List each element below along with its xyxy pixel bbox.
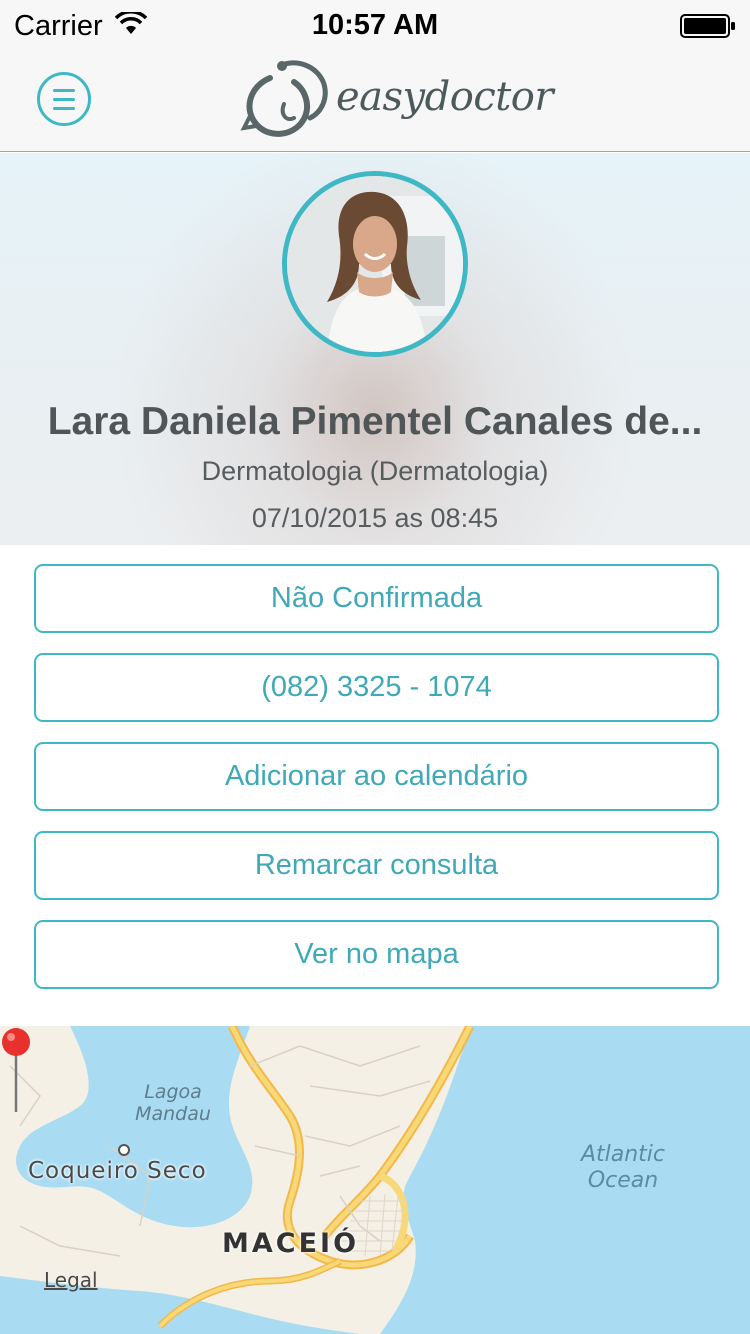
map-pin-icon[interactable]	[0, 1026, 32, 1116]
stethoscope-logo-icon	[240, 60, 328, 137]
confirmation-status-button[interactable]: Não Confirmada	[34, 564, 719, 633]
hamburger-menu-icon[interactable]	[37, 72, 91, 126]
map-label-lagoa: Lagoa Mandau	[135, 1081, 211, 1125]
doctor-profile-header: Lara Daniela Pimentel Canales de... Derm…	[0, 153, 750, 545]
doctor-specialty: Dermatologia (Dermatologia)	[201, 456, 549, 486]
map-legal-link[interactable]: Legal	[44, 1268, 98, 1292]
appointment-datetime: 07/10/2015 as 08:45	[251, 503, 499, 533]
reschedule-button[interactable]: Remarcar consulta	[34, 831, 719, 900]
logo-text: easydoctor	[336, 74, 554, 120]
navigation-bar: easydoctor	[0, 50, 750, 152]
doctor-avatar	[282, 171, 468, 357]
location-map[interactable]: Lagoa Mandau Coqueiro Seco MACEIÓ Atlant…	[0, 1026, 750, 1334]
appointment-actions: Não Confirmada (082) 3325 - 1074 Adicion…	[0, 545, 750, 1026]
view-on-map-button[interactable]: Ver no mapa	[34, 920, 719, 989]
status-bar: Carrier 10:57 AM	[0, 0, 750, 50]
call-phone-button[interactable]: (082) 3325 - 1074	[34, 653, 719, 722]
doctor-name: Lara Daniela Pimentel Canales de...	[47, 400, 703, 443]
map-label-ocean: Atlantic Ocean	[580, 1142, 666, 1193]
map-label-coqueiro-seco: Coqueiro Seco	[28, 1158, 207, 1184]
easydoctor-logo: easydoctor	[240, 52, 554, 148]
add-to-calendar-button[interactable]: Adicionar ao calendário	[34, 742, 719, 811]
clock: 10:57 AM	[311, 9, 439, 41]
battery-icon	[680, 14, 735, 38]
map-label-city: MACEIÓ	[222, 1228, 360, 1259]
